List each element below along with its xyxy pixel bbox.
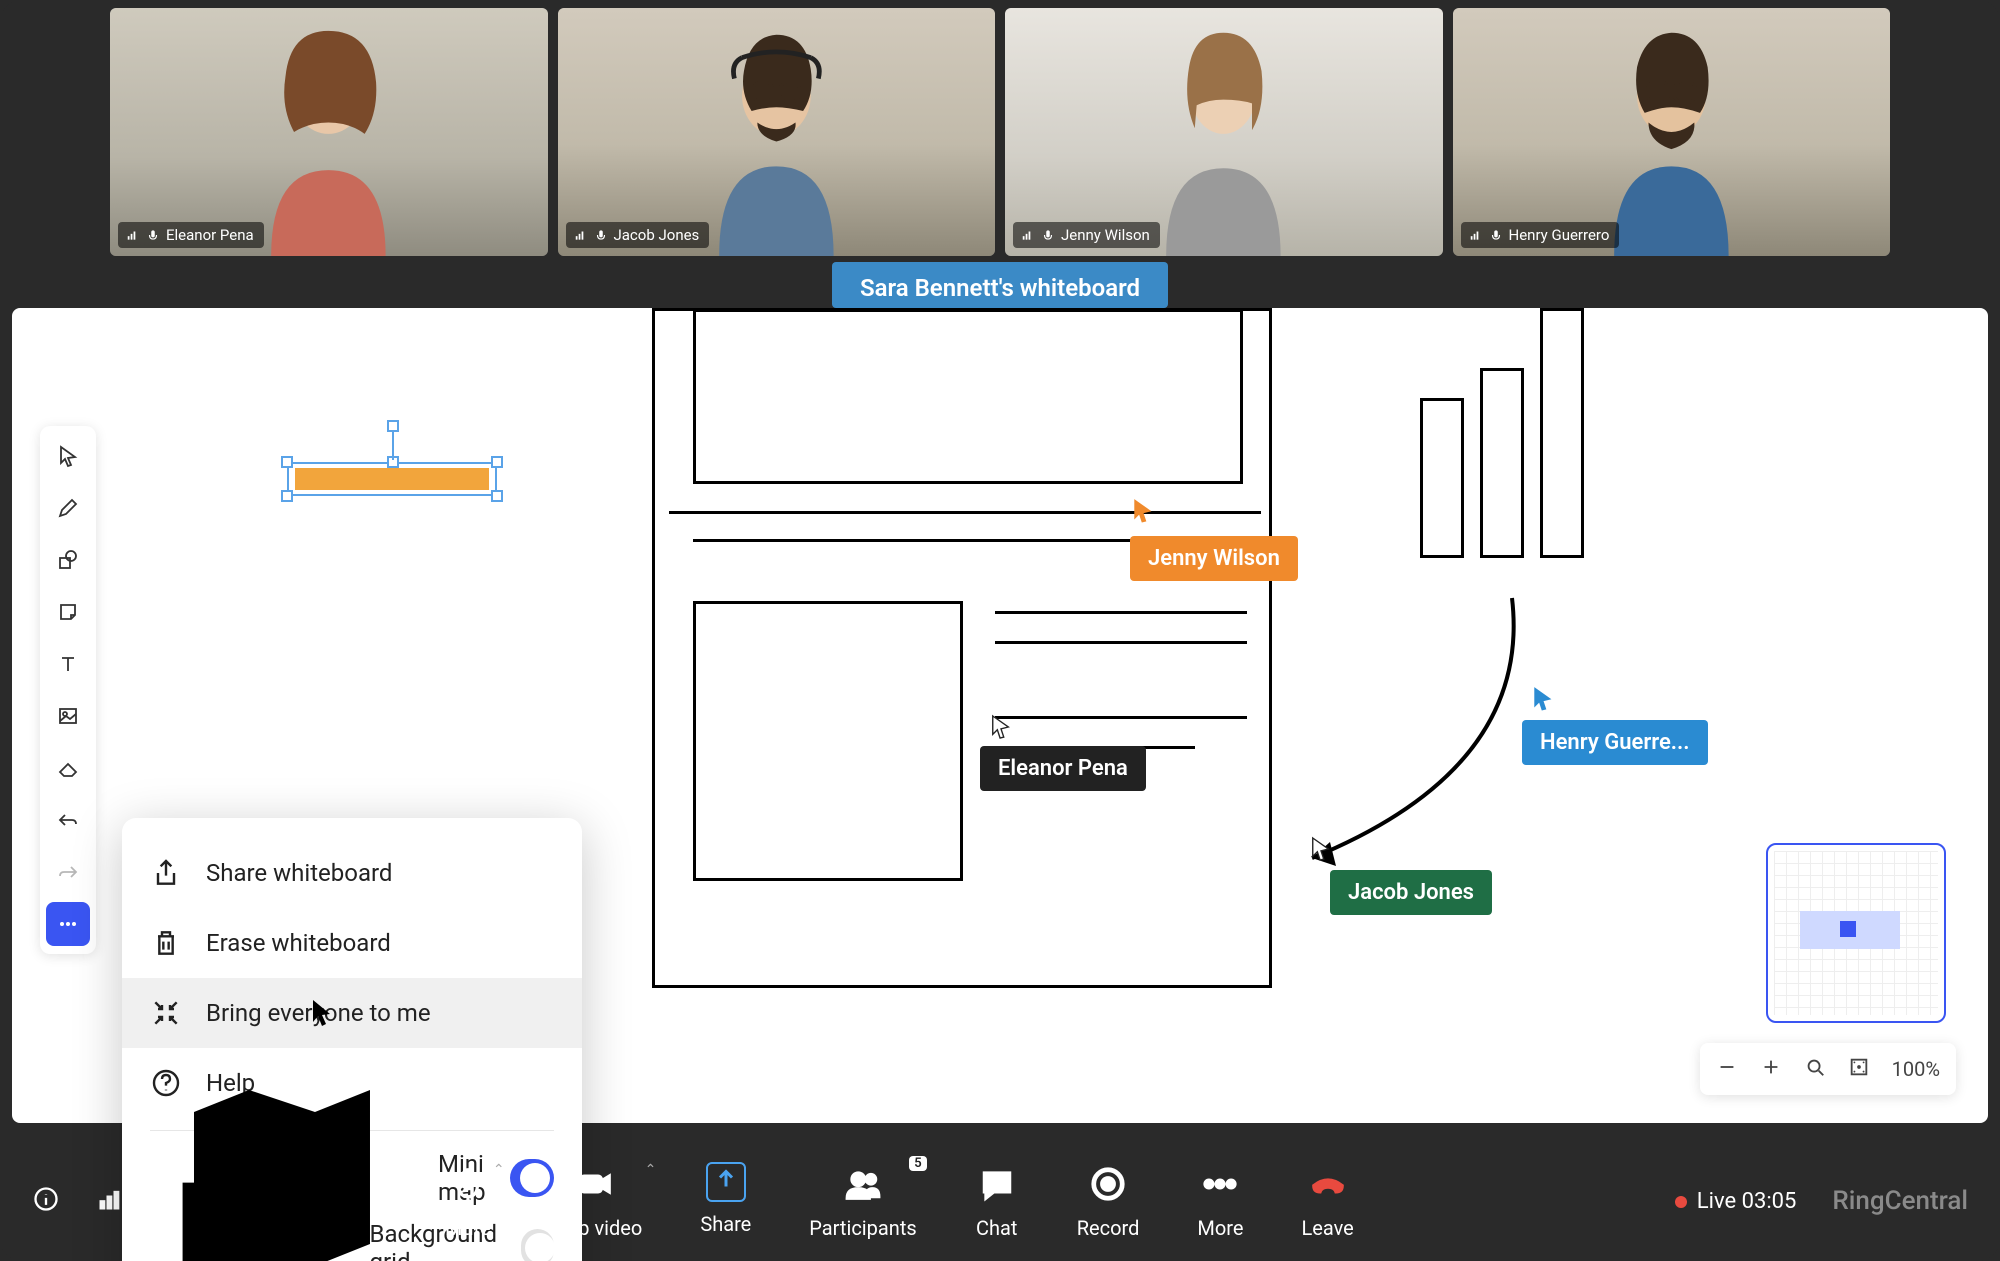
cursor-label-eleanor: Eleanor Pena bbox=[980, 746, 1146, 791]
participant-name-pill: Henry Guerrero bbox=[1461, 222, 1620, 248]
signal-icon[interactable] bbox=[96, 1185, 124, 1217]
participant-name-pill: Eleanor Pena bbox=[118, 222, 264, 248]
participants-count-badge: 5 bbox=[909, 1156, 926, 1171]
zoom-out[interactable] bbox=[1716, 1056, 1738, 1083]
tool-redo[interactable] bbox=[46, 850, 90, 894]
participant-name-pill: Jenny Wilson bbox=[1013, 222, 1160, 248]
chevron-up-icon[interactable]: ⌃ bbox=[645, 1162, 657, 1178]
zoom-in[interactable] bbox=[1760, 1056, 1782, 1083]
participant-name-pill: Jacob Jones bbox=[566, 222, 710, 248]
cursor-label-henry: Henry Guerre... bbox=[1522, 720, 1708, 765]
toggle-minimap[interactable] bbox=[510, 1159, 554, 1197]
info-icon[interactable] bbox=[32, 1185, 60, 1217]
whiteboard-toolbar bbox=[40, 426, 96, 954]
participant-name: Jenny Wilson bbox=[1061, 226, 1150, 244]
tool-shapes[interactable] bbox=[46, 538, 90, 582]
cursor-jenny bbox=[1132, 498, 1154, 528]
whiteboard-title-banner: Sara Bennett's whiteboard bbox=[832, 262, 1168, 308]
mouse-cursor-icon bbox=[310, 998, 334, 1026]
video-filmstrip: Eleanor Pena Jacob Jones Jenny Wilson bbox=[0, 0, 2000, 256]
tool-undo[interactable] bbox=[46, 798, 90, 842]
more-button[interactable]: More bbox=[1197, 1162, 1243, 1240]
brand-logo: RingCentral bbox=[1832, 1186, 1968, 1216]
record-button[interactable]: Record bbox=[1077, 1162, 1140, 1240]
grid-icon bbox=[150, 1150, 346, 1261]
live-indicator: Live 03:05 bbox=[1675, 1189, 1797, 1214]
participant-name: Eleanor Pena bbox=[166, 226, 254, 244]
popover-erase-whiteboard[interactable]: Erase whiteboard bbox=[122, 908, 582, 978]
cursor-label-jenny: Jenny Wilson bbox=[1130, 536, 1298, 581]
minimap[interactable] bbox=[1766, 843, 1946, 1023]
whiteboard-more-popover: Share whiteboard Erase whiteboard Bring … bbox=[122, 818, 582, 1261]
popover-share-whiteboard[interactable]: Share whiteboard bbox=[122, 838, 582, 908]
share-button[interactable]: Share bbox=[700, 1162, 751, 1240]
participant-tile[interactable]: Jenny Wilson bbox=[1005, 8, 1443, 256]
wireframe-page[interactable] bbox=[652, 308, 1272, 988]
zoom-level: 100% bbox=[1892, 1057, 1940, 1081]
popover-bring-everyone[interactable]: Bring everyone to me bbox=[122, 978, 582, 1048]
leave-button[interactable]: Leave bbox=[1301, 1162, 1353, 1240]
participant-name: Jacob Jones bbox=[614, 226, 700, 244]
cursor-henry bbox=[1532, 686, 1554, 716]
stop-video-button[interactable]: ⌃ Stop video bbox=[549, 1162, 643, 1240]
zoom-fit[interactable] bbox=[1804, 1056, 1826, 1083]
participant-name: Henry Guerrero bbox=[1509, 226, 1610, 244]
mute-button[interactable]: ⌃ Mute bbox=[445, 1162, 491, 1240]
chevron-up-icon[interactable]: ⌃ bbox=[493, 1162, 505, 1178]
zoom-controls: 100% bbox=[1700, 1043, 1956, 1095]
wireframe-bar[interactable] bbox=[1420, 398, 1464, 558]
tool-sticky[interactable] bbox=[46, 590, 90, 634]
participant-tile[interactable]: Henry Guerrero bbox=[1453, 8, 1891, 256]
tool-pen[interactable] bbox=[46, 486, 90, 530]
tool-more[interactable] bbox=[46, 902, 90, 946]
participant-tile[interactable]: Jacob Jones bbox=[558, 8, 996, 256]
wireframe-bar[interactable] bbox=[1480, 368, 1524, 558]
cursor-label-jacob: Jacob Jones bbox=[1330, 870, 1492, 915]
participant-tile[interactable]: Eleanor Pena bbox=[110, 8, 548, 256]
zoom-reset[interactable] bbox=[1848, 1056, 1870, 1083]
tool-select[interactable] bbox=[46, 434, 90, 478]
wireframe-bar[interactable] bbox=[1540, 308, 1584, 558]
chat-button[interactable]: Chat bbox=[975, 1162, 1019, 1240]
participants-button[interactable]: 5 Participants bbox=[809, 1162, 916, 1240]
tool-image[interactable] bbox=[46, 694, 90, 738]
whiteboard-canvas[interactable]: Jenny Wilson Eleanor Pena Jacob Jones He… bbox=[12, 308, 1988, 1123]
tool-eraser[interactable] bbox=[46, 746, 90, 790]
cursor-jacob bbox=[1310, 836, 1332, 866]
cursor-eleanor bbox=[990, 714, 1012, 744]
tool-text[interactable] bbox=[46, 642, 90, 686]
